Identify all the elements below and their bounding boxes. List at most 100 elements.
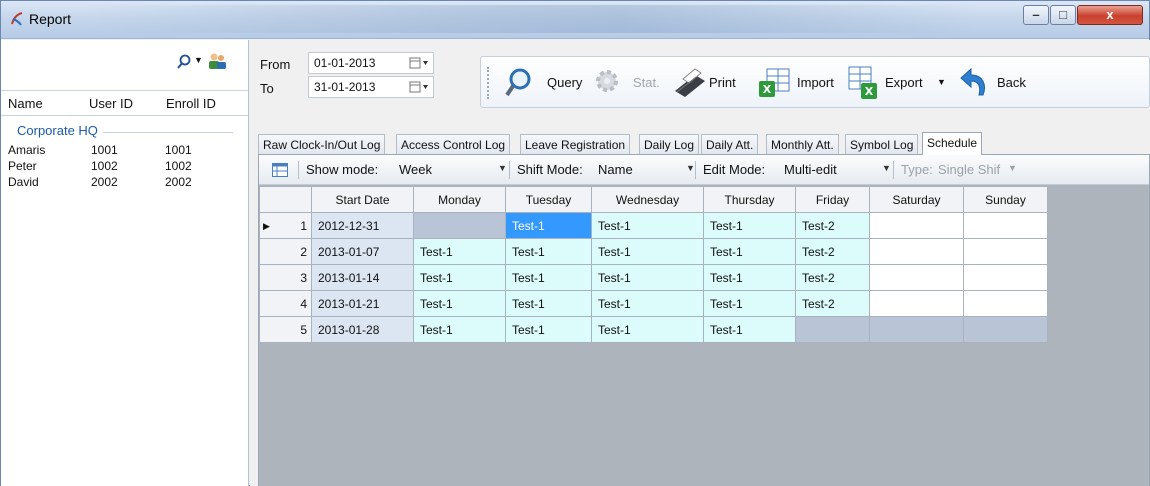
- start-date-cell[interactable]: 2013-01-07: [311, 238, 414, 265]
- tab-schedule[interactable]: Schedule: [922, 132, 983, 155]
- from-date-picker[interactable]: 01-01-2013: [308, 52, 434, 74]
- tab-raw-clock-log[interactable]: Raw Clock-In/Out Log: [258, 134, 386, 154]
- minimize-button[interactable]: –: [1023, 5, 1049, 25]
- show-mode-select[interactable]: Week ▼: [399, 155, 507, 185]
- tab-leave-registration[interactable]: Leave Registration: [520, 134, 631, 154]
- start-date-cell[interactable]: 2013-01-28: [311, 316, 414, 343]
- saturday-cell[interactable]: [869, 290, 964, 317]
- column-enroll-id[interactable]: Enroll ID: [166, 96, 216, 111]
- export-button[interactable]: X Export ▼: [845, 65, 957, 101]
- row-number[interactable]: 3: [259, 264, 312, 291]
- user-group-icon[interactable]: [207, 52, 227, 70]
- title-bar[interactable]: Report – □ x: [1, 1, 1149, 39]
- type-select[interactable]: Single Shif ▼: [938, 155, 1018, 185]
- monday-cell[interactable]: Test-1: [413, 290, 506, 317]
- grid-view-icon[interactable]: [272, 163, 288, 177]
- column-header[interactable]: Wednesday: [591, 186, 704, 213]
- user-row[interactable]: David 2002 2002: [1, 175, 248, 191]
- tuesday-cell[interactable]: Test-1: [505, 290, 592, 317]
- export-dropdown-icon[interactable]: ▼: [937, 77, 946, 87]
- tab-daily-att[interactable]: Daily Att.: [701, 134, 759, 154]
- back-arrow-icon: [960, 67, 985, 96]
- column-header[interactable]: Tuesday: [505, 186, 592, 213]
- maximize-button[interactable]: □: [1050, 5, 1076, 25]
- tuesday-cell[interactable]: Test-1: [505, 212, 592, 239]
- friday-cell[interactable]: Test-2: [795, 290, 870, 317]
- table-row[interactable]: 2 2013-01-07 Test-1 Test-1 Test-1 Test-1…: [259, 238, 1048, 265]
- back-button[interactable]: Back: [957, 65, 1037, 101]
- thursday-cell[interactable]: Test-1: [703, 316, 796, 343]
- thursday-cell[interactable]: Test-1: [703, 290, 796, 317]
- import-button[interactable]: X Import: [757, 65, 847, 101]
- user-row[interactable]: Amaris 1001 1001: [1, 143, 248, 159]
- sunday-cell[interactable]: [963, 238, 1048, 265]
- row-number[interactable]: 2: [259, 238, 312, 265]
- friday-cell[interactable]: Test-2: [795, 238, 870, 265]
- thursday-cell[interactable]: Test-1: [703, 238, 796, 265]
- saturday-cell[interactable]: [869, 238, 964, 265]
- table-row[interactable]: 3 2013-01-14 Test-1 Test-1 Test-1 Test-1…: [259, 264, 1048, 291]
- column-name[interactable]: Name: [8, 96, 43, 111]
- start-date-cell[interactable]: 2013-01-14: [311, 264, 414, 291]
- calendar-dropdown-icon[interactable]: [409, 81, 429, 93]
- sunday-cell[interactable]: [963, 212, 1048, 239]
- tab-access-control-log[interactable]: Access Control Log: [396, 134, 511, 154]
- monday-cell[interactable]: Test-1: [413, 316, 506, 343]
- friday-cell[interactable]: [795, 316, 870, 343]
- monday-cell[interactable]: [413, 212, 506, 239]
- user-row[interactable]: Peter 1002 1002: [1, 159, 248, 175]
- wednesday-cell[interactable]: Test-1: [591, 212, 704, 239]
- saturday-cell[interactable]: [869, 316, 964, 343]
- group-label[interactable]: Corporate HQ: [17, 123, 98, 138]
- start-date-cell[interactable]: 2013-01-21: [311, 290, 414, 317]
- table-row[interactable]: 4 2013-01-21 Test-1 Test-1 Test-1 Test-1…: [259, 290, 1048, 317]
- sunday-cell[interactable]: [963, 264, 1048, 291]
- print-button[interactable]: Print: [671, 65, 751, 101]
- sunday-cell[interactable]: [963, 316, 1048, 343]
- column-header[interactable]: Sunday: [963, 186, 1048, 213]
- tab-symbol-log[interactable]: Symbol Log: [845, 134, 919, 154]
- edit-mode-select[interactable]: Multi-edit ▼: [784, 155, 892, 185]
- thursday-cell[interactable]: Test-1: [703, 264, 796, 291]
- stat-button[interactable]: Stat.: [593, 65, 673, 101]
- column-header[interactable]: Start Date: [311, 186, 414, 213]
- column-header[interactable]: Thursday: [703, 186, 796, 213]
- wednesday-cell[interactable]: Test-1: [591, 316, 704, 343]
- table-row[interactable]: 5 2013-01-28 Test-1 Test-1 Test-1 Test-1: [259, 316, 1048, 343]
- table-row[interactable]: ▶ 1 2012-12-31 Test-1 Test-1 Test-1 Test-…: [259, 212, 1048, 239]
- tab-monthly-att[interactable]: Monthly Att.: [766, 134, 839, 154]
- close-button[interactable]: x: [1077, 5, 1143, 25]
- to-date-picker[interactable]: 31-01-2013: [308, 76, 434, 98]
- search-icon[interactable]: [177, 54, 191, 70]
- tuesday-cell[interactable]: Test-1: [505, 264, 592, 291]
- column-user-id[interactable]: User ID: [89, 96, 133, 111]
- wednesday-cell[interactable]: Test-1: [591, 290, 704, 317]
- search-dropdown-icon[interactable]: ▼: [194, 55, 203, 65]
- tab-daily-log[interactable]: Daily Log: [639, 134, 700, 154]
- tuesday-cell[interactable]: Test-1: [505, 238, 592, 265]
- sunday-cell[interactable]: [963, 290, 1048, 317]
- wednesday-cell[interactable]: Test-1: [591, 264, 704, 291]
- monday-cell[interactable]: Test-1: [413, 264, 506, 291]
- column-header[interactable]: Saturday: [869, 186, 964, 213]
- saturday-cell[interactable]: [869, 212, 964, 239]
- row-number[interactable]: ▶ 1: [259, 212, 312, 239]
- thursday-cell[interactable]: Test-1: [703, 212, 796, 239]
- friday-cell[interactable]: Test-2: [795, 264, 870, 291]
- shift-mode-select[interactable]: Name ▼: [598, 155, 695, 185]
- calendar-dropdown-icon[interactable]: [409, 57, 429, 69]
- tuesday-cell[interactable]: Test-1: [505, 316, 592, 343]
- row-number[interactable]: 4: [259, 290, 312, 317]
- friday-cell[interactable]: Test-2: [795, 212, 870, 239]
- monday-cell[interactable]: Test-1: [413, 238, 506, 265]
- row-header-corner[interactable]: [259, 186, 312, 213]
- row-number[interactable]: 5: [259, 316, 312, 343]
- start-date-cell[interactable]: 2012-12-31: [311, 212, 414, 239]
- toolbar-grip[interactable]: [487, 67, 489, 99]
- column-header[interactable]: Friday: [795, 186, 870, 213]
- query-button[interactable]: Query: [505, 65, 605, 101]
- wednesday-cell[interactable]: Test-1: [591, 238, 704, 265]
- search-input[interactable]: [9, 50, 169, 72]
- saturday-cell[interactable]: [869, 264, 964, 291]
- column-header[interactable]: Monday: [413, 186, 506, 213]
